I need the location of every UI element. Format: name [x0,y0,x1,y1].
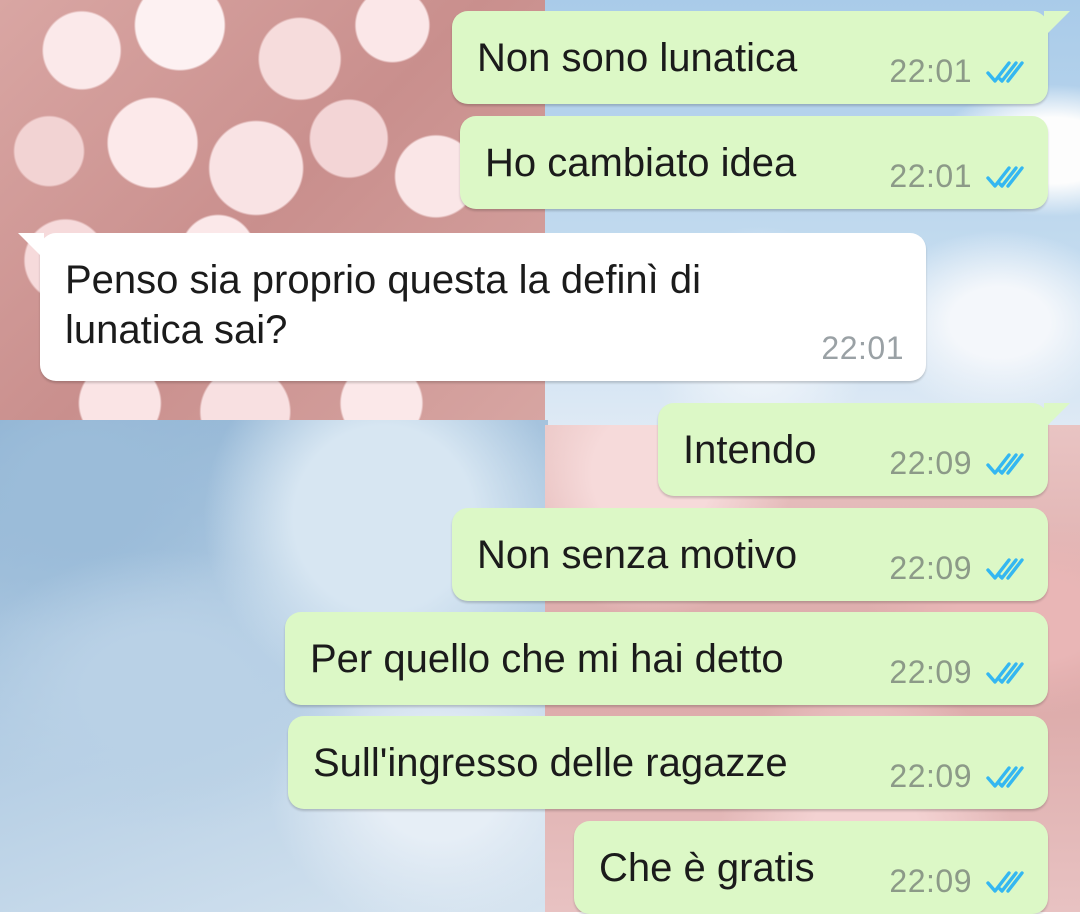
outgoing-message-bubble[interactable]: Ho cambiato idea 22:01 [460,116,1048,209]
read-double-check-icon [986,58,1026,86]
message-text: Sull'ingresso delle ragazze [313,741,788,785]
message-meta: 22:09 [889,863,1026,900]
read-double-check-icon [986,763,1026,791]
read-double-check-icon [986,163,1026,191]
message-time: 22:01 [821,330,904,366]
message-text: Per quello che mi hai detto [310,637,784,681]
message-meta: 22:01 [889,158,1026,195]
message-time: 22:01 [889,158,972,194]
message-meta: 22:09 [889,445,1026,482]
message-text: Ho cambiato idea [485,141,797,185]
message-text: Non senza motivo [477,533,798,577]
message-text: Penso sia proprio questa la definì di lu… [65,258,701,352]
message-text: Intendo [683,428,817,472]
read-double-check-icon [986,659,1026,687]
outgoing-message-bubble[interactable]: Non sono lunatica 22:01 [452,11,1070,104]
message-time: 22:09 [889,445,972,481]
message-list[interactable]: Non sono lunatica 22:01 Ho cambiato idea… [0,0,1080,914]
message-time: 22:01 [889,53,972,89]
outgoing-message-bubble[interactable]: Che è gratis 22:09 [574,821,1048,914]
message-time: 22:09 [889,863,972,899]
message-time: 22:09 [889,654,972,690]
outgoing-message-bubble[interactable]: Sull'ingresso delle ragazze 22:09 [288,716,1048,809]
read-double-check-icon [986,555,1026,583]
message-text: Che è gratis [599,846,815,890]
message-time: 22:09 [889,550,972,586]
message-meta: 22:01 [821,330,904,367]
message-meta: 22:09 [889,654,1026,691]
read-double-check-icon [986,450,1026,478]
message-meta: 22:09 [889,758,1026,795]
incoming-message-bubble[interactable]: Penso sia proprio questa la definì di lu… [18,233,926,381]
message-text: Non sono lunatica [477,36,798,80]
message-meta: 22:09 [889,550,1026,587]
read-double-check-icon [986,868,1026,896]
outgoing-message-bubble[interactable]: Intendo 22:09 [658,403,1070,496]
outgoing-message-bubble[interactable]: Per quello che mi hai detto 22:09 [285,612,1048,705]
outgoing-message-bubble[interactable]: Non senza motivo 22:09 [452,508,1048,601]
message-meta: 22:01 [889,53,1026,90]
message-time: 22:09 [889,758,972,794]
